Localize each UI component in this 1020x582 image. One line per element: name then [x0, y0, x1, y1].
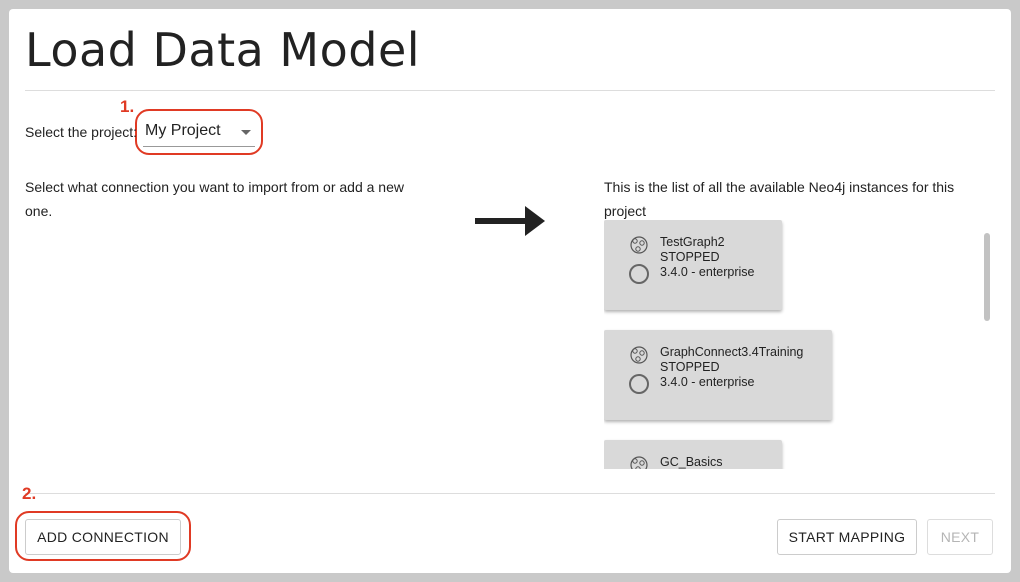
project-select[interactable]: My Project	[143, 119, 255, 147]
scrollbar-thumb[interactable]	[984, 233, 990, 321]
project-select-value: My Project	[145, 122, 221, 139]
instance-status: STOPPED	[660, 250, 720, 264]
annotation-step-1: 1.	[120, 97, 135, 116]
instance-status: STOPPED	[660, 360, 720, 374]
project-select-label: Select the project:	[25, 124, 138, 140]
instance-radio[interactable]	[629, 374, 649, 394]
instance-name: TestGraph2	[660, 235, 725, 249]
add-connection-button[interactable]: ADD CONNECTION	[25, 519, 181, 555]
arrow-right-icon	[475, 206, 545, 236]
instances-instruction: This is the list of all the available Ne…	[604, 179, 955, 219]
instance-card[interactable]: GraphConnect3.4Training STOPPED 3.4.0 - …	[604, 330, 832, 420]
neo4j-graph-icon	[630, 346, 648, 364]
instance-radio[interactable]	[629, 264, 649, 284]
chevron-down-icon	[241, 130, 251, 135]
instance-card[interactable]: GC_Basics	[604, 440, 782, 469]
connection-instruction: Select what connection you want to impor…	[25, 179, 404, 219]
annotation-step-2: 2.	[22, 484, 37, 503]
instance-version: 3.4.0 - enterprise	[660, 375, 755, 389]
load-data-model-panel: Load Data Model 1. Select the project: M…	[9, 9, 1011, 573]
instance-name: GC_Basics	[660, 455, 723, 469]
page-title: Load Data Model	[25, 23, 421, 77]
instance-list[interactable]: TestGraph2 STOPPED 3.4.0 - enterprise Gr…	[604, 220, 999, 469]
instance-name: GraphConnect3.4Training	[660, 345, 804, 359]
neo4j-graph-icon	[630, 236, 648, 254]
instance-version: 3.4.0 - enterprise	[660, 265, 755, 279]
title-divider	[25, 90, 995, 91]
next-button[interactable]: NEXT	[927, 519, 993, 555]
neo4j-graph-icon	[630, 456, 648, 469]
instance-card[interactable]: TestGraph2 STOPPED 3.4.0 - enterprise	[604, 220, 782, 310]
footer-divider	[25, 493, 995, 494]
start-mapping-button[interactable]: START MAPPING	[777, 519, 917, 555]
